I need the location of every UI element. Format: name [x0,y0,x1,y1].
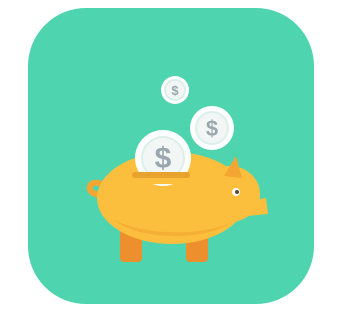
piggy-bank-icon: $ $ $ [28,8,314,304]
piggy-bank-app-icon[interactable]: $ $ $ [28,8,314,304]
coin-slot [132,172,190,178]
right-coin-icon: $ [190,106,234,150]
coin-symbol: $ [206,116,218,141]
small-coin-icon: $ [161,76,189,104]
screenshot-stage: $ $ $ [0,0,338,311]
coin-symbol: $ [155,142,172,175]
coin-symbol: $ [171,83,179,98]
pig-pupil [235,190,239,194]
